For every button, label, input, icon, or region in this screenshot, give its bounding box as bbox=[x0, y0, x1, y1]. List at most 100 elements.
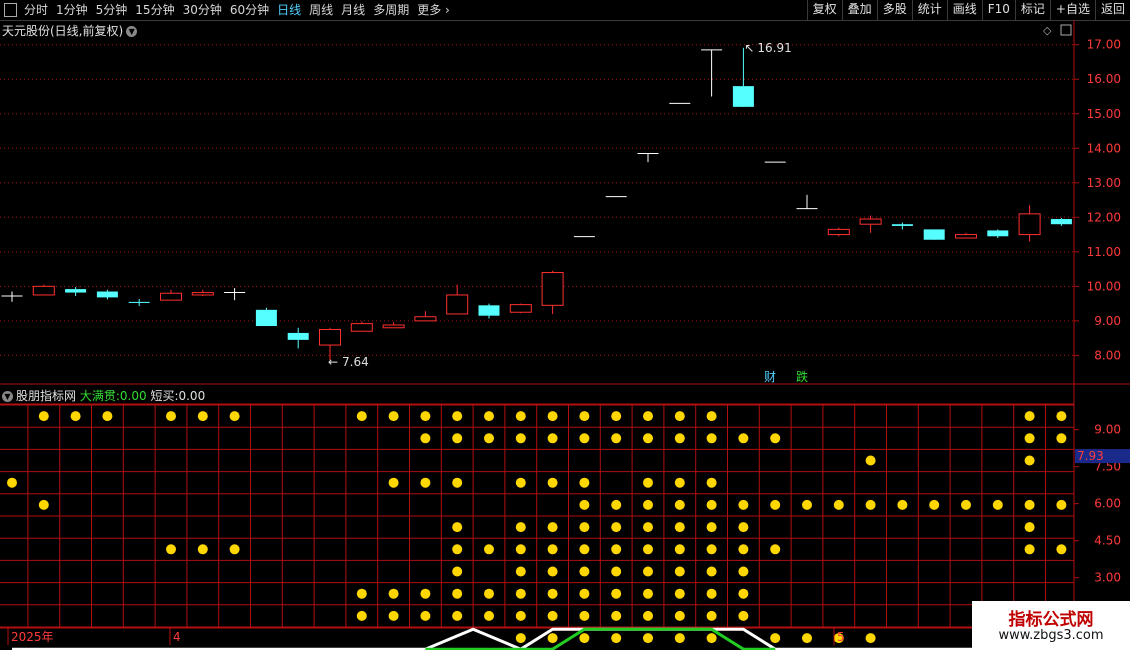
indicator-dot bbox=[770, 433, 781, 444]
indicator-dot bbox=[452, 544, 463, 555]
indicator-dot bbox=[643, 433, 653, 444]
indicator-dot bbox=[420, 411, 431, 422]
candle-body bbox=[1050, 219, 1072, 225]
panel-toggle-icon[interactable] bbox=[1060, 24, 1072, 36]
indicator-dot bbox=[706, 522, 717, 533]
indicator-dot bbox=[579, 610, 590, 621]
y-tick-label: 14.00 bbox=[1087, 141, 1121, 155]
indicator-dot bbox=[611, 566, 622, 577]
y-tick-label: 9.00 bbox=[1094, 314, 1121, 328]
indicator-dot bbox=[579, 544, 590, 555]
ind-tick-label: 3.00 bbox=[1094, 571, 1121, 585]
indicator-dot bbox=[643, 411, 653, 422]
marker-1: 跌 bbox=[796, 369, 808, 384]
indicator-dot bbox=[420, 433, 431, 444]
indicator-dot bbox=[1056, 411, 1067, 422]
indicator-dot bbox=[611, 544, 622, 555]
indicator-dot bbox=[992, 499, 1003, 510]
y-tick-label: 8.00 bbox=[1094, 348, 1121, 362]
indicator-dot bbox=[166, 411, 176, 422]
indicator-dot bbox=[515, 411, 526, 422]
indicator-dot bbox=[515, 433, 526, 444]
indicator-dot bbox=[452, 477, 463, 488]
indicator-dot bbox=[802, 633, 812, 644]
indicator-dot bbox=[229, 411, 240, 422]
ind-tick-label: 4.50 bbox=[1094, 534, 1121, 548]
indicator-dot bbox=[770, 499, 781, 510]
indicator-dot bbox=[738, 610, 749, 621]
indicator-dot bbox=[579, 633, 590, 644]
indicator-dot bbox=[706, 433, 717, 444]
indicator-dot bbox=[197, 544, 208, 555]
y-tick-label: 12.00 bbox=[1087, 210, 1121, 224]
y-tick-label: 15.00 bbox=[1087, 107, 1121, 121]
indicator-dot bbox=[229, 544, 240, 555]
low-label: 7.64 bbox=[342, 355, 369, 369]
candle-body bbox=[160, 292, 182, 301]
indicator-dot bbox=[420, 610, 431, 621]
indicator-dot bbox=[452, 411, 463, 422]
candle-body bbox=[319, 328, 341, 346]
indicator-dot bbox=[388, 477, 399, 488]
y-tick-label: 11.00 bbox=[1087, 245, 1121, 259]
indicator-dot bbox=[706, 610, 717, 621]
indicator-dot bbox=[706, 499, 717, 510]
indicator-dot bbox=[738, 588, 749, 599]
indicator-dot bbox=[897, 499, 908, 510]
candle-body bbox=[96, 291, 118, 298]
indicator-dot bbox=[1056, 544, 1067, 555]
indicator-dot bbox=[420, 477, 431, 488]
indicator-dot bbox=[515, 610, 526, 621]
indicator-dot bbox=[547, 477, 558, 488]
indicator-dot bbox=[579, 522, 590, 533]
indicator-dot bbox=[38, 499, 49, 510]
indicator-dot bbox=[515, 477, 526, 488]
indicator-dot bbox=[197, 411, 208, 422]
high-arrow: ↖ bbox=[744, 41, 754, 55]
y-tick-label: 10.00 bbox=[1087, 279, 1121, 293]
ind-tick-label: 6.00 bbox=[1094, 497, 1121, 511]
indicator-dot bbox=[515, 544, 526, 555]
indicator-dot bbox=[674, 522, 685, 533]
low-arrow: ← bbox=[328, 355, 338, 369]
indicator-dot bbox=[484, 588, 494, 599]
indicator-dot bbox=[579, 499, 590, 510]
current-value-label: 7.93 bbox=[1077, 449, 1104, 463]
indicator-dot bbox=[7, 477, 17, 488]
indicator-dot bbox=[579, 566, 590, 577]
indicator-dot bbox=[356, 588, 367, 599]
candle-body bbox=[859, 218, 882, 225]
indicator-dot bbox=[547, 633, 558, 644]
indicator-dot bbox=[484, 544, 494, 555]
indicator-dot bbox=[674, 588, 685, 599]
indicator-dot bbox=[611, 522, 622, 533]
indicator-dot bbox=[1024, 455, 1035, 466]
candle-body bbox=[191, 292, 214, 296]
indicator-dot bbox=[643, 610, 653, 621]
y-tick-label: 16.00 bbox=[1087, 72, 1121, 86]
indicator-dot bbox=[1024, 499, 1035, 510]
indicator-dot bbox=[1056, 499, 1067, 510]
indicator-dot bbox=[547, 566, 558, 577]
indicator-dot bbox=[547, 544, 558, 555]
indicator-dot bbox=[643, 566, 653, 577]
candle-body bbox=[827, 228, 850, 236]
indicator-dot bbox=[706, 411, 717, 422]
indicator-dot bbox=[738, 433, 749, 444]
indicator-dot bbox=[770, 544, 781, 555]
indicator-dot bbox=[674, 633, 685, 644]
indicator-dot bbox=[356, 411, 367, 422]
indicator-dot bbox=[452, 610, 463, 621]
indicator-dot bbox=[452, 566, 463, 577]
indicator-dot bbox=[515, 588, 526, 599]
signal-line-white bbox=[12, 627, 1062, 650]
x-axis-label: 5 bbox=[837, 630, 845, 644]
diamond-icon: ◇ bbox=[1043, 24, 1052, 37]
indicator-dot bbox=[611, 633, 622, 644]
y-tick-label: 17.00 bbox=[1087, 38, 1121, 52]
indicator-dot bbox=[611, 610, 622, 621]
indicator-dot bbox=[1024, 522, 1035, 533]
candle-body bbox=[923, 229, 945, 240]
candle-body bbox=[1018, 213, 1041, 236]
indicator-dot bbox=[929, 499, 940, 510]
